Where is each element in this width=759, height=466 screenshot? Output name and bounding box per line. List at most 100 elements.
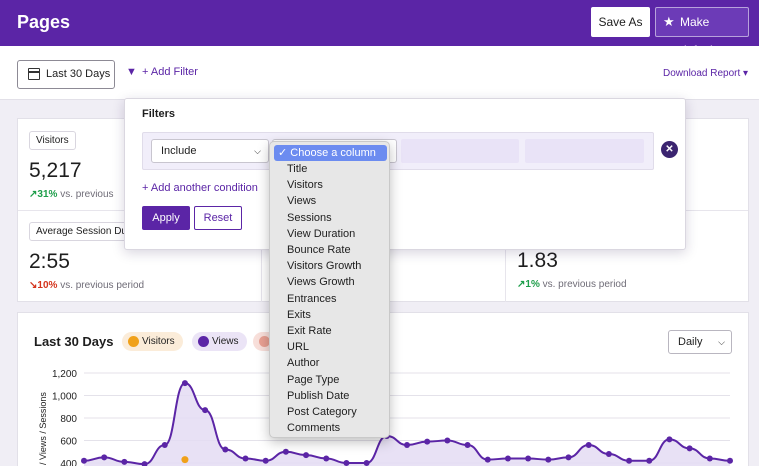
interval-value: Daily bbox=[678, 336, 703, 348]
interval-select[interactable]: Daily ⌵ bbox=[668, 330, 732, 354]
views-point[interactable] bbox=[464, 442, 471, 448]
dropdown-option[interactable]: Exits bbox=[274, 307, 387, 323]
download-report-link[interactable]: Download Report ▾ bbox=[663, 68, 748, 79]
add-condition-link[interactable]: + Add another condition bbox=[142, 182, 258, 194]
dropdown-option[interactable]: Exit Rate bbox=[274, 323, 387, 339]
views-point[interactable] bbox=[282, 448, 289, 455]
legend-dot bbox=[128, 336, 139, 347]
date-range-label: Last 30 Days bbox=[46, 68, 111, 80]
views-point[interactable] bbox=[565, 454, 572, 461]
app-header: Pages Save As ★ Make default bbox=[0, 0, 759, 57]
stat-delta: ↘10% vs. previous period bbox=[29, 280, 144, 291]
dropdown-option[interactable]: Visitors Growth bbox=[274, 258, 387, 274]
stat-delta: ↗1% vs. previous period bbox=[517, 279, 627, 290]
views-point[interactable] bbox=[141, 461, 148, 466]
views-point[interactable] bbox=[727, 457, 733, 464]
delta-compare: vs. previous period bbox=[60, 280, 145, 291]
views-point[interactable] bbox=[101, 454, 108, 461]
dropdown-option[interactable]: Sessions bbox=[274, 210, 387, 226]
views-point[interactable] bbox=[686, 445, 693, 452]
views-point[interactable] bbox=[121, 458, 128, 465]
views-point[interactable] bbox=[181, 380, 188, 387]
funnel-icon: ▼ bbox=[126, 66, 137, 78]
delta-percent: 1% bbox=[525, 279, 540, 290]
dropdown-option-selected[interactable]: ✓ Choose a column bbox=[274, 145, 387, 161]
stat-visitors: Visitors 5,217 ↗31% vs. previous bbox=[29, 131, 114, 200]
add-filter-label: + Add Filter bbox=[142, 66, 198, 78]
value-placeholder[interactable] bbox=[525, 139, 644, 163]
apply-button[interactable]: Apply bbox=[142, 206, 190, 230]
filters-popover: Filters Include ⌵ ✕ + Add another condit… bbox=[124, 98, 686, 250]
dropdown-option[interactable]: Post Category bbox=[274, 404, 387, 420]
views-point[interactable] bbox=[303, 452, 310, 459]
y-tick-label: 600 bbox=[60, 437, 77, 448]
views-point[interactable] bbox=[444, 437, 451, 444]
legend-label: Visitors bbox=[142, 336, 175, 347]
dropdown-option[interactable]: Visitors bbox=[274, 177, 387, 193]
views-point[interactable] bbox=[323, 455, 330, 462]
legend-label: Views bbox=[212, 336, 239, 347]
make-default-button[interactable]: ★ Make default bbox=[655, 7, 749, 57]
y-tick-label: 400 bbox=[60, 459, 77, 466]
save-as-button[interactable]: Save As bbox=[591, 7, 650, 37]
include-select[interactable]: Include ⌵ bbox=[151, 139, 269, 163]
chart-title: Last 30 Days bbox=[34, 334, 114, 349]
views-point[interactable] bbox=[545, 456, 552, 463]
views-point[interactable] bbox=[404, 442, 410, 448]
toolbar: Last 30 Days ▼ + Add Filter Download Rep… bbox=[0, 46, 759, 100]
views-point[interactable] bbox=[222, 446, 229, 453]
add-filter-link[interactable]: ▼ + Add Filter bbox=[126, 66, 198, 78]
stat-delta: ↗31% vs. previous bbox=[29, 189, 114, 200]
views-point[interactable] bbox=[242, 455, 249, 462]
reset-button[interactable]: Reset bbox=[194, 206, 242, 230]
y-tick-label: 1,200 bbox=[52, 369, 77, 380]
date-range-button[interactable]: Last 30 Days bbox=[17, 60, 115, 89]
delta-compare: vs. previous bbox=[60, 189, 114, 200]
views-point[interactable] bbox=[504, 455, 511, 462]
views-point[interactable] bbox=[202, 407, 209, 414]
dropdown-option[interactable]: Bounce Rate bbox=[274, 242, 387, 258]
operator-placeholder[interactable] bbox=[401, 139, 519, 163]
views-point[interactable] bbox=[585, 442, 592, 448]
filter-condition-row: Include ⌵ bbox=[142, 132, 654, 170]
views-point[interactable] bbox=[81, 457, 87, 464]
views-point[interactable] bbox=[605, 451, 612, 457]
views-point[interactable] bbox=[706, 455, 713, 462]
dropdown-option[interactable]: Views Growth bbox=[274, 274, 387, 290]
views-point[interactable] bbox=[646, 457, 653, 464]
views-point[interactable] bbox=[484, 456, 491, 463]
views-point[interactable] bbox=[262, 457, 269, 464]
dropdown-option[interactable]: Views bbox=[274, 193, 387, 209]
dropdown-option[interactable]: Comments bbox=[274, 420, 387, 436]
visitors-point[interactable] bbox=[181, 456, 189, 464]
delta-percent: 10% bbox=[37, 280, 58, 291]
dropdown-option[interactable]: Title bbox=[274, 161, 387, 177]
stat-label: Visitors bbox=[29, 131, 76, 150]
dropdown-option[interactable]: Author bbox=[274, 355, 387, 371]
legend-dot bbox=[198, 336, 209, 347]
views-point[interactable] bbox=[626, 457, 633, 464]
views-point[interactable] bbox=[525, 455, 532, 462]
views-point[interactable] bbox=[161, 442, 168, 448]
column-dropdown-menu: ✓ Choose a column Title Visitors Views Sess… bbox=[269, 141, 390, 438]
legend-visitors[interactable]: Visitors bbox=[122, 332, 183, 351]
filters-title: Filters bbox=[142, 108, 176, 120]
dropdown-option[interactable]: URL bbox=[274, 339, 387, 355]
views-point[interactable] bbox=[666, 436, 673, 443]
legend-views[interactable]: Views bbox=[192, 332, 247, 351]
include-value: Include bbox=[161, 145, 197, 157]
stat-pages-per-session: 1.83 ↗1% vs. previous period bbox=[517, 243, 627, 290]
views-point[interactable] bbox=[363, 460, 370, 466]
stat-value: 5,217 bbox=[29, 159, 82, 182]
calendar-icon bbox=[28, 68, 40, 80]
y-axis-label: / Views / Sessions bbox=[38, 392, 48, 465]
dropdown-option[interactable]: Publish Date bbox=[274, 388, 387, 404]
views-point[interactable] bbox=[424, 438, 431, 445]
dropdown-option[interactable]: Entrances bbox=[274, 291, 387, 307]
remove-condition-icon[interactable]: ✕ bbox=[661, 141, 678, 158]
dropdown-option[interactable]: Page Type bbox=[274, 372, 387, 388]
dropdown-option[interactable]: View Duration bbox=[274, 226, 387, 242]
views-point[interactable] bbox=[343, 460, 350, 466]
chevron-down-icon: ⌵ bbox=[718, 337, 725, 347]
y-tick-label: 1,000 bbox=[52, 392, 77, 403]
